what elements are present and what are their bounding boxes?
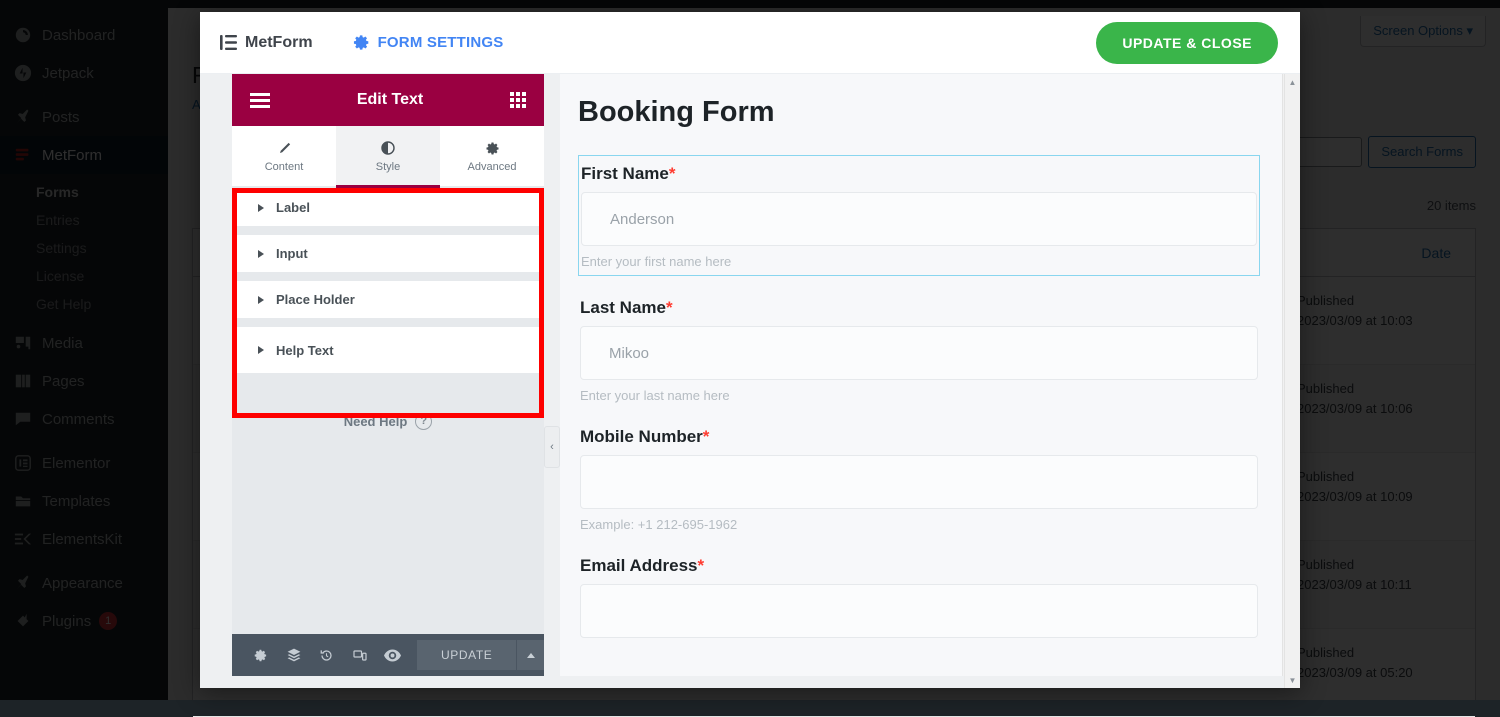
section-label[interactable]: Label <box>232 189 544 235</box>
question-mark-icon: ? <box>415 413 432 430</box>
update-button[interactable]: UPDATE <box>417 640 516 670</box>
elementor-panel-header: Edit Text <box>232 74 544 126</box>
hamburger-menu-icon[interactable] <box>250 93 270 108</box>
elementor-panel: Edit Text Content Style <box>232 74 544 676</box>
mobile-number-input[interactable] <box>580 455 1258 509</box>
input-value: Anderson <box>610 211 674 228</box>
form-settings-label: FORM SETTINGS <box>378 34 504 51</box>
need-help-label: Need Help <box>344 414 408 429</box>
field-label-text: Last Name <box>580 298 666 317</box>
caret-right-icon <box>258 296 264 304</box>
first-name-input[interactable]: Anderson <box>581 192 1257 246</box>
field-label: Last Name* <box>580 298 1258 318</box>
tab-label: Style <box>376 161 400 173</box>
field-help-text: Enter your first name here <box>581 254 1257 269</box>
update-options-caret-icon[interactable] <box>516 640 544 670</box>
elementor-panel-tabs[interactable]: Content Style Advanced <box>232 126 544 188</box>
caret-right-icon <box>258 204 264 212</box>
section-place-holder[interactable]: Place Holder <box>232 281 544 327</box>
metform-editor-modal: MetForm FORM SETTINGS UPDATE & CLOSE Edi… <box>200 12 1300 688</box>
history-icon[interactable] <box>310 634 343 676</box>
required-asterisk: * <box>666 298 673 317</box>
pencil-icon <box>277 139 292 157</box>
metform-brand-label: MetForm <box>245 34 313 52</box>
field-last-name[interactable]: Last Name* Mikoo Enter your last name he… <box>578 294 1260 405</box>
widgets-grid-icon[interactable] <box>510 92 526 108</box>
field-label-text: First Name <box>581 164 669 183</box>
modal-header: MetForm FORM SETTINGS UPDATE & CLOSE <box>200 12 1300 74</box>
contrast-icon <box>380 139 396 157</box>
style-sections-list: Label Input Place Holder Help Text <box>232 188 544 373</box>
field-help-text: Enter your last name here <box>580 388 1258 403</box>
tab-label: Content <box>265 161 304 173</box>
field-first-name[interactable]: First Name* Anderson Enter your first na… <box>578 155 1260 276</box>
form-title: Booking Form <box>578 96 1260 129</box>
modal-body: Edit Text Content Style <box>200 74 1300 688</box>
tab-style[interactable]: Style <box>336 126 440 186</box>
tab-advanced[interactable]: Advanced <box>440 126 544 186</box>
gear-icon <box>485 139 500 157</box>
email-address-input[interactable] <box>580 584 1258 638</box>
section-title: Help Text <box>276 343 334 358</box>
form-preview-canvas: Booking Form First Name* Anderson Enter … <box>560 74 1300 676</box>
section-title: Input <box>276 246 308 261</box>
metform-logo-icon <box>220 35 237 50</box>
field-label-text: Mobile Number <box>580 427 703 446</box>
preview-icon[interactable] <box>376 634 409 676</box>
tab-content[interactable]: Content <box>232 126 336 186</box>
panel-empty-space: Need Help ? <box>232 373 544 634</box>
field-label: Mobile Number* <box>580 427 1258 447</box>
tab-label: Advanced <box>468 161 517 173</box>
caret-right-icon <box>258 346 264 354</box>
modal-scroll-up-icon[interactable]: ▲ <box>1285 74 1300 90</box>
panel-title: Edit Text <box>357 91 423 109</box>
section-title: Place Holder <box>276 292 355 307</box>
field-mobile-number[interactable]: Mobile Number* Example: +1 212-695-1962 <box>578 423 1260 534</box>
section-input[interactable]: Input <box>232 235 544 281</box>
required-asterisk: * <box>703 427 710 446</box>
last-name-input[interactable]: Mikoo <box>580 326 1258 380</box>
modal-scroll-down-icon[interactable]: ▼ <box>1285 672 1300 688</box>
caret-right-icon <box>258 250 264 258</box>
settings-icon[interactable] <box>244 634 277 676</box>
need-help-link[interactable]: Need Help ? <box>232 413 544 430</box>
input-value: Mikoo <box>609 345 649 362</box>
required-asterisk: * <box>697 556 704 575</box>
gear-icon <box>353 34 370 51</box>
panel-collapse-toggle[interactable]: ‹ <box>544 426 560 468</box>
elementor-panel-footer: UPDATE <box>232 634 544 676</box>
field-label-text: Email Address <box>580 556 697 575</box>
update-and-close-button[interactable]: UPDATE & CLOSE <box>1096 22 1278 64</box>
section-title: Label <box>276 200 310 215</box>
section-help-text[interactable]: Help Text <box>232 327 544 373</box>
field-label: First Name* <box>581 164 1257 184</box>
required-asterisk: * <box>669 164 676 183</box>
field-email-address[interactable]: Email Address* <box>578 552 1260 640</box>
field-help-text: Example: +1 212-695-1962 <box>580 517 1258 532</box>
metform-brand: MetForm <box>220 34 313 52</box>
modal-scrollbar[interactable]: ▲ ▼ <box>1284 74 1300 688</box>
responsive-icon[interactable] <box>343 634 376 676</box>
layers-icon[interactable] <box>277 634 310 676</box>
form-settings-button[interactable]: FORM SETTINGS <box>353 34 504 51</box>
field-label: Email Address* <box>580 556 1258 576</box>
